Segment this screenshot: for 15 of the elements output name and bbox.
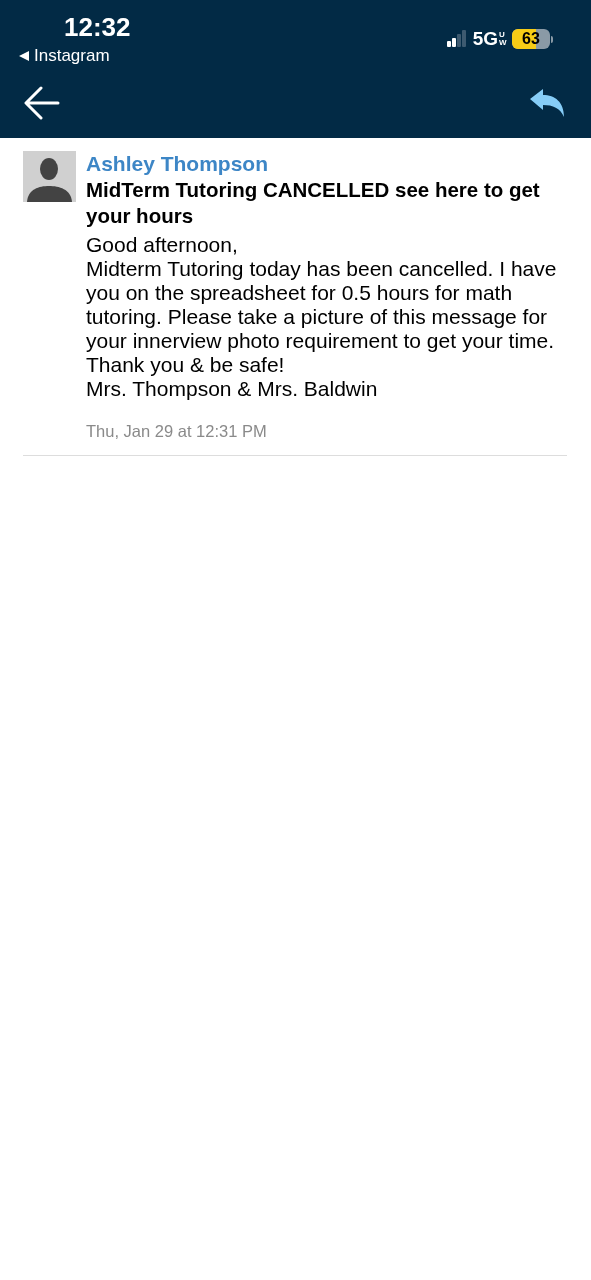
message-date: Thu, Jan 29 at 12:31 PM (86, 421, 268, 441)
message-paragraph: Thank you & be safe! (86, 353, 286, 377)
back-arrow-icon (24, 85, 60, 120)
message-paragraph: Good afternoon, (86, 233, 239, 257)
network-suffix: UW (499, 31, 506, 47)
message-paragraph: Midterm Tutoring today has been cancelled. I have you on the spreadsheet for 0.5 hours for math tutoring. Please take a picture of this message for your innerview photo requirement to get your time. (86, 257, 558, 353)
reply-icon (529, 87, 565, 118)
message-paragraph: Mrs. Thompson & Mrs. Baldwin (86, 377, 379, 401)
back-to-app-link[interactable]: Instagram (18, 46, 110, 66)
clock-time: 12:32 (64, 12, 131, 42)
message-subject: MidTerm Tutoring CANCELLED see here to get your hours (86, 177, 541, 229)
signal-icon (446, 30, 467, 48)
back-triangle-icon (18, 50, 30, 62)
network-type: 5G (472, 28, 498, 50)
sender-name: Ashley Thompson (86, 151, 270, 177)
